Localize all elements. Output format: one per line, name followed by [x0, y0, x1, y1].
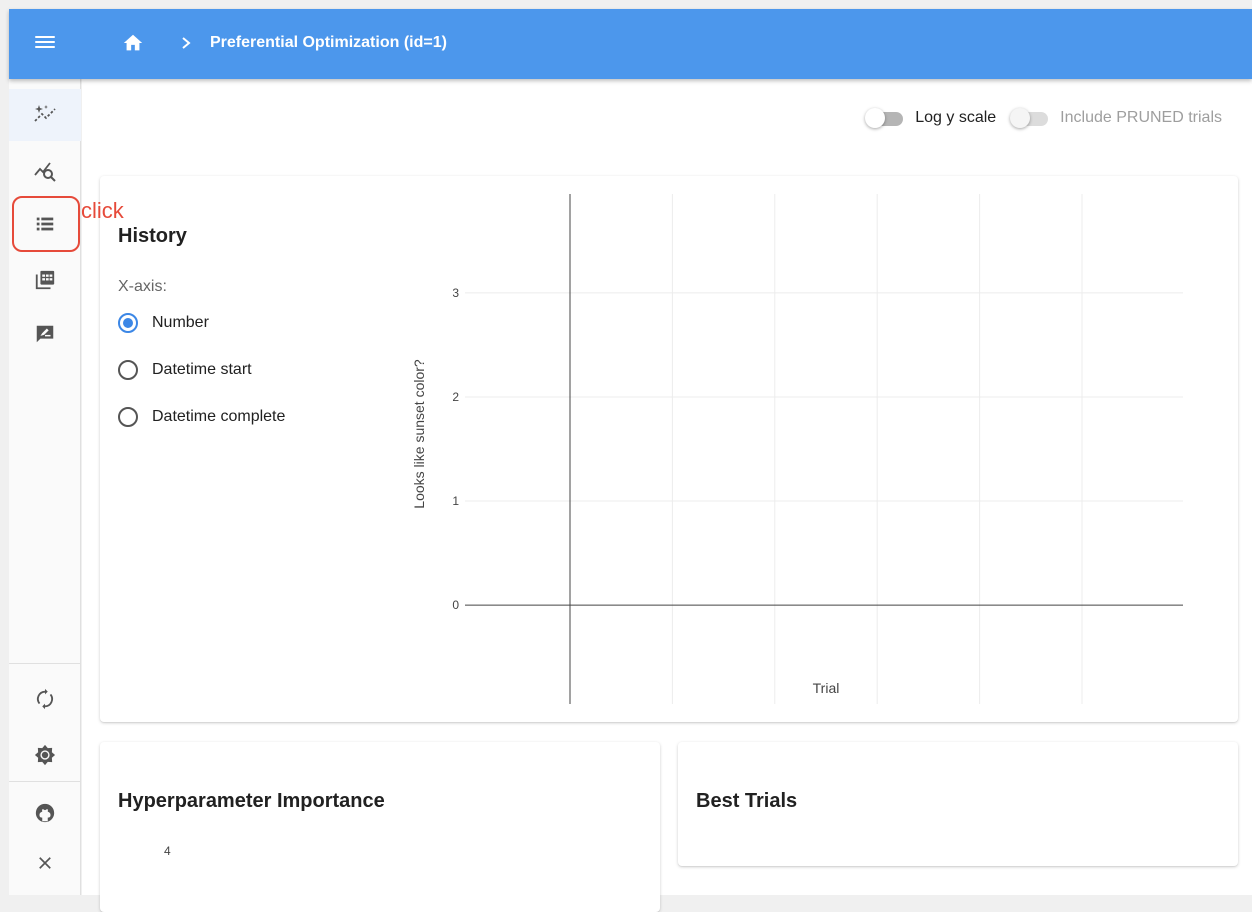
- main-content: Log y scale Include PRUNED trials Histor…: [82, 79, 1252, 912]
- breadcrumb-title[interactable]: Preferential Optimization (id=1): [210, 33, 447, 53]
- nav-close[interactable]: [9, 837, 81, 889]
- app-bar: Preferential Optimization (id=1): [9, 9, 1252, 79]
- horizontal-gridlines: [465, 292, 1183, 502]
- chart-search-icon: [34, 162, 56, 182]
- nav-trial-table[interactable]: [9, 254, 81, 306]
- nav-trial-analysis[interactable]: [9, 145, 81, 197]
- sync-icon: [37, 688, 53, 710]
- y-tick-labels: 0 1 2 3: [452, 286, 459, 612]
- y-axis-title: Looks like sunset color?: [411, 359, 427, 509]
- nav-note[interactable]: [9, 308, 81, 360]
- y-tick-label: 2: [452, 390, 459, 404]
- log-y-scale-switch[interactable]: [865, 107, 907, 129]
- chart-toggles: Log y scale Include PRUNED trials: [865, 107, 1222, 129]
- radio-datetime-complete-control[interactable]: [118, 407, 138, 427]
- xaxis-label: X-axis:: [118, 278, 167, 295]
- vertical-gridlines: [671, 194, 1083, 704]
- brightness-icon: [34, 744, 56, 766]
- history-card: History X-axis: Number Datetime start Da…: [100, 176, 1238, 722]
- history-chart[interactable]: 0 1 2 3 Looks like sunset color? Trial: [380, 186, 1200, 716]
- nav-github[interactable]: [9, 787, 81, 839]
- table-icon: [35, 270, 55, 290]
- best-trials-title: Best Trials: [696, 790, 798, 812]
- radio-datetime-start[interactable]: Datetime start: [118, 360, 252, 380]
- github-icon: [35, 803, 55, 823]
- nav-analytics[interactable]: [9, 89, 81, 141]
- importance-axis-tick: 4: [164, 844, 171, 858]
- include-pruned-label: Include PRUNED trials: [1060, 109, 1222, 126]
- nav-theme[interactable]: [9, 729, 81, 781]
- radio-datetime-start-label: Datetime start: [152, 361, 252, 378]
- radio-number-control[interactable]: [118, 313, 138, 333]
- radio-datetime-complete[interactable]: Datetime complete: [118, 407, 285, 427]
- chevron-right-icon: [182, 37, 191, 49]
- history-title: History: [118, 225, 187, 247]
- y-tick-label: 3: [452, 286, 459, 300]
- home-icon[interactable]: [122, 32, 144, 54]
- radio-number[interactable]: Number: [118, 313, 209, 333]
- best-trials-card: Best Trials: [678, 742, 1238, 866]
- sparkle-chart-icon: [34, 105, 56, 122]
- click-annotation: click: [81, 198, 124, 223]
- y-tick-label: 0: [452, 598, 459, 612]
- close-icon: [39, 857, 51, 869]
- importance-card: Hyperparameter Importance 4: [100, 742, 660, 912]
- click-highlight: [12, 196, 80, 252]
- log-y-scale-label: Log y scale: [915, 109, 997, 126]
- radio-datetime-complete-label: Datetime complete: [152, 408, 286, 425]
- nav-reload[interactable]: [9, 673, 81, 725]
- note-edit-icon: [36, 325, 54, 343]
- include-pruned-switch[interactable]: [1010, 107, 1052, 129]
- x-axis-title: Trial: [813, 680, 840, 696]
- radio-number-label: Number: [152, 314, 209, 331]
- radio-datetime-start-control[interactable]: [118, 360, 138, 380]
- importance-title: Hyperparameter Importance: [118, 790, 385, 812]
- menu-icon[interactable]: [35, 33, 55, 53]
- y-tick-label: 1: [452, 494, 459, 508]
